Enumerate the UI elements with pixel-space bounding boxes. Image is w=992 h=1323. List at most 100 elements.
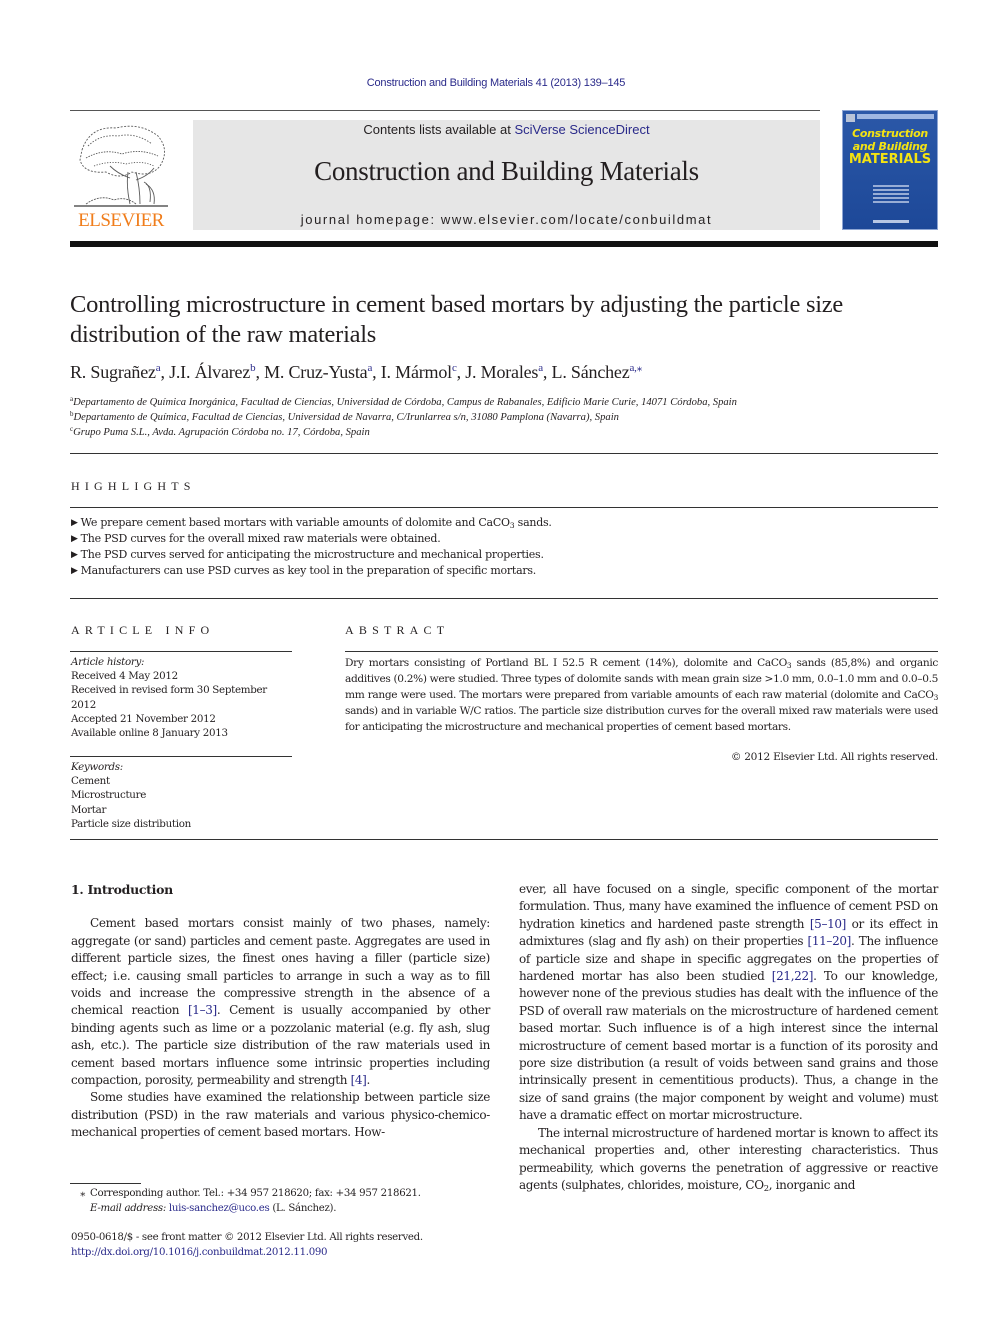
issn-block: 0950-0618/$ - see front matter © 2012 El… [71,1230,501,1260]
email-label: E-mail address: [90,1203,166,1214]
paragraph-continued: ever, all have focused on a single, spec… [519,881,938,1125]
header-rule [70,110,820,111]
text-run: . [366,1073,371,1088]
history-received: Received 4 May 2012 [71,670,178,683]
homepage-url[interactable]: www.elsevier.com/locate/conbuildmat [441,212,712,227]
article-history-label: Article history: [71,656,145,668]
divider [70,651,292,652]
cover-footer-line [873,220,909,223]
history-revised: Received in revised form 30 September 20… [71,684,267,711]
divider [70,453,938,454]
triangle-bullet-icon: ▶ [71,518,78,528]
affiliation-list: aDepartamento de Química Inorgánica, Fac… [70,395,940,440]
cover-top-strip [857,114,934,119]
text-run: sands. [514,516,552,529]
paragraph: Cement based mortars consist mainly of t… [71,915,490,1089]
keyword: Microstructure [71,789,147,802]
cover-publisher-badge [846,114,855,122]
author-name[interactable]: J.I. Álvarez [169,362,250,382]
abstract-body: Dry mortars consisting of Portland BL I … [345,655,938,735]
author-separator: , [160,362,170,382]
text-run: sands) and in variable W/C ratios. The p… [345,705,938,733]
footnote-star: ⁎ [80,1188,85,1199]
homepage-prefix: journal homepage: [300,212,441,227]
contents-prefix: Contents lists available at [363,122,515,137]
corresponding-author-footnote: ⁎ Corresponding author. Tel.: +34 957 218… [71,1186,501,1216]
highlight-item: ▶ The PSD curves for the overall mixed ra… [71,531,931,547]
abstract-heading: ABSTRACT [345,623,450,637]
article-title: Controlling microstructure in cement bas… [70,291,844,348]
author-separator: , [542,362,552,382]
highlight-item: ▶ The PSD curves served for anticipating … [71,547,931,563]
paragraph: The internal microstructure of hardened … [519,1125,938,1195]
running-head[interactable]: Construction and Building Materials 41 (… [0,77,992,89]
keywords-label: Keywords: [71,761,123,773]
abstract-copyright: © 2012 Elsevier Ltd. All rights reserved… [730,751,938,763]
text-run: The PSD curves for the overall mixed raw… [80,532,441,545]
author-name[interactable]: L. Sánchez [552,362,630,382]
article-info-heading: ARTICLE INFO [71,623,215,637]
author-separator: , [372,362,381,382]
sciencedirect-link[interactable]: SciVerse ScienceDirect [514,122,649,137]
cover-title: Construction and Building MATERIALS [843,127,937,166]
paragraph: Some studies have examined the relations… [71,1089,490,1141]
keyword: Particle size distribution [71,817,191,830]
footnote-rule [70,1183,141,1184]
doi-link[interactable]: http://dx.doi.org/10.1016/j.conbuildmat.… [71,1247,328,1258]
citation-link[interactable]: [11–20] [808,934,852,948]
affiliation: bDepartamento de Química, Facultad de Ci… [70,410,940,425]
affiliation-text: Departamento de Química, Facultad de Cie… [73,412,619,423]
corresponding-author-text: Corresponding author. Tel.: +34 957 2186… [90,1188,421,1199]
author-name[interactable]: M. Cruz-Yusta [264,362,368,382]
article-history: Article history: Received 4 May 2012 Rec… [71,655,301,740]
highlights-list: ▶ We prepare cement based mortars with va… [71,515,931,579]
citation-link[interactable]: [4] [351,1073,367,1087]
history-accepted: Accepted 21 November 2012 [71,712,216,725]
text-run: . To our knowledge, however none of the … [519,969,938,1123]
journal-masthead: Contents lists available at SciVerse Sci… [193,120,820,230]
triangle-bullet-icon: ▶ [71,566,78,576]
cover-title-line1: Construction [852,127,928,140]
keyword: Cement [71,775,110,788]
contents-available-line: Contents lists available at SciVerse Sci… [193,122,820,137]
journal-title: Construction and Building Materials [314,156,699,186]
text-run: Some studies have examined the relations… [71,1090,490,1140]
author-list: R. Sugrañeza, J.I. Álvarezb, M. Cruz-Yus… [70,362,940,383]
citation-link[interactable]: [21,22] [772,969,814,983]
section-heading-introduction: 1. Introduction [71,882,173,897]
divider [345,651,938,652]
subscript: 3 [933,693,939,702]
author-separator: , [255,362,265,382]
email-link[interactable]: luis-sanchez@uco.es [169,1203,270,1214]
citation-link[interactable]: [5–10] [810,917,847,931]
elsevier-logo[interactable]: ELSEVIER [70,120,172,232]
affiliation-text: Departamento de Química Inorgánica, Facu… [73,397,737,408]
author-name[interactable]: I. Mármol [381,362,452,382]
affiliation: aDepartamento de Química Inorgánica, Fac… [70,395,940,410]
text-run: , inorganic and [768,1177,856,1192]
issn-line: 0950-0618/$ - see front matter © 2012 El… [71,1232,423,1243]
triangle-bullet-icon: ▶ [71,534,78,544]
affiliation: cGrupo Puma S.L., Avda. Agrupación Córdo… [70,425,940,440]
triangle-bullet-icon: ▶ [71,550,78,560]
author-name[interactable]: R. Sugrañez [70,362,156,382]
divider [70,839,938,840]
cover-title-line3: MATERIALS [848,152,932,167]
text-run: Manufacturers can use PSD curves as key … [80,564,537,577]
affiliation-text: Grupo Puma S.L., Avda. Agrupación Córdob… [73,427,370,438]
keyword: Mortar [71,803,107,816]
elsevier-tree-icon [74,125,168,207]
affiliation-marker[interactable]: a,⁎ [630,362,643,374]
journal-cover-thumbnail[interactable]: Construction and Building MATERIALS [842,110,938,230]
author-name[interactable]: J. Morales [465,362,538,382]
text-run: The internal microstructure of hardened … [519,1125,938,1192]
highlight-item: ▶ Manufacturers can use PSD curves as key… [71,563,931,579]
keywords: Keywords: Cement Microstructure Mortar P… [71,760,301,831]
author-separator: , [456,362,466,382]
citation-link[interactable]: [1–3] [188,1003,217,1017]
body-column-left: 1. Introduction Cement based mortars con… [71,881,490,1142]
masthead-thick-rule [70,241,938,247]
elsevier-wordmark: ELSEVIER [78,210,164,231]
journal-homepage-line: journal homepage: www.elsevier.com/locat… [193,212,820,227]
text-run: We prepare cement based mortars with var… [80,516,510,529]
